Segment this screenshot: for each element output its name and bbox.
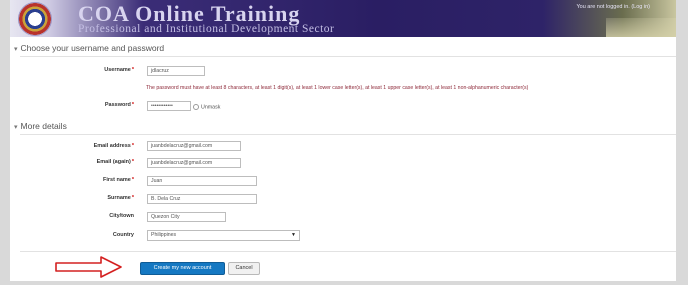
window-frame-bottom xyxy=(10,281,676,285)
password-field[interactable]: •••••••••••• xyxy=(147,101,191,111)
section-divider xyxy=(20,134,676,135)
firstname-field[interactable]: Juan xyxy=(147,176,257,186)
surname-field[interactable]: B. Dela Cruz xyxy=(147,194,257,204)
section-account-legend[interactable]: ▾ Choose your username and password xyxy=(14,43,164,53)
section-details-title: More details xyxy=(20,121,67,131)
password-label: Password* xyxy=(104,102,134,108)
chevron-down-icon: ▾ xyxy=(14,124,18,131)
site-subtitle: Professional and Institutional Developme… xyxy=(78,23,335,35)
section-account-title: Choose your username and password xyxy=(20,43,165,53)
chevron-down-icon: ▾ xyxy=(14,46,18,53)
banner-decoration xyxy=(606,18,676,37)
signup-form: ▾ Choose your username and password Usern… xyxy=(10,37,676,281)
country-select[interactable]: Philippines ▼ xyxy=(147,230,300,241)
email-again-label: Email (again)* xyxy=(96,159,134,165)
email-field[interactable]: juanbdelacruz@gmail.com xyxy=(147,141,241,151)
city-field[interactable]: Quezon City xyxy=(147,212,226,222)
checkbox-icon xyxy=(193,104,199,110)
cancel-button[interactable]: Cancel xyxy=(228,262,260,275)
email-again-field[interactable]: juanbdelacruz@gmail.com xyxy=(147,158,241,168)
city-label: City/town xyxy=(109,213,134,219)
section-divider xyxy=(20,251,676,252)
login-status[interactable]: You are not logged in. (Log in) xyxy=(577,4,651,10)
firstname-label: First name* xyxy=(103,177,134,183)
username-field[interactable]: jdlacruz xyxy=(147,66,205,76)
unmask-label: Unmask xyxy=(201,104,221,111)
section-divider xyxy=(20,56,676,57)
unmask-checkbox[interactable]: Unmask xyxy=(193,104,220,110)
window-frame-left xyxy=(0,0,10,285)
section-details-legend[interactable]: ▾ More details xyxy=(14,121,67,131)
password-policy-hint: The password must have at least 8 charac… xyxy=(146,85,529,91)
country-label: Country xyxy=(112,232,134,238)
coa-seal-logo xyxy=(18,2,52,36)
site-banner: COA Online Training Professional and Ins… xyxy=(10,0,676,37)
email-label: Email address* xyxy=(93,143,134,149)
surname-label: Surname* xyxy=(107,195,134,201)
country-select-value: Philippines xyxy=(151,232,177,238)
window-frame-right xyxy=(676,0,688,285)
username-label: Username* xyxy=(104,67,134,73)
create-account-button[interactable]: Create my new account xyxy=(140,262,225,275)
caret-down-icon: ▼ xyxy=(291,232,296,238)
arrow-right-icon xyxy=(55,256,122,278)
